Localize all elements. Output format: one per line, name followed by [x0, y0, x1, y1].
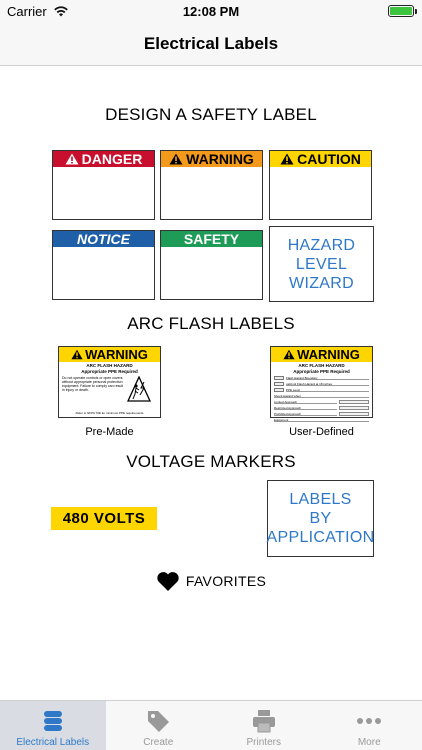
arc-flash-user-defined-card[interactable]: WARNING ARC FLASH HAZARD Appropriate PPE… — [270, 346, 373, 422]
danger-label-tile[interactable]: DANGER — [52, 150, 155, 220]
tab-create-label: Create — [143, 737, 174, 748]
electrical-shock-icon — [127, 376, 151, 402]
tab-more-icon-wrap — [356, 707, 382, 735]
by-application-text: LABELS BY APPLICATION — [267, 490, 375, 547]
arc-user-header: WARNING — [271, 347, 372, 362]
safety-label-tile[interactable]: SAFETY — [160, 230, 263, 300]
tab-create-icon-wrap — [145, 707, 171, 735]
safety-header: SAFETY — [161, 231, 262, 247]
notice-label-tile[interactable]: NOTICE — [52, 230, 155, 300]
tab-electrical-labels-label: Electrical Labels — [16, 737, 90, 748]
caution-label-tile[interactable]: CAUTION — [269, 150, 372, 220]
notice-header: NOTICE — [53, 231, 154, 247]
arc-user-line: cal/cm2 Flash Hazard at 18 inches — [274, 381, 369, 386]
caution-text: CAUTION — [297, 151, 361, 167]
heart-icon — [157, 572, 179, 591]
arc-user-header-text: WARNING — [297, 347, 360, 362]
arc-premade-header: WARNING — [59, 347, 160, 362]
arc-user-line: PPE Level — [274, 387, 369, 392]
voltage-section-title: VOLTAGE MARKERS — [126, 452, 296, 471]
arc-user-line: Shock Hazard when — [274, 393, 369, 398]
arc-user-line-text: Shock Hazard when — [274, 394, 369, 398]
tab-electrical-labels[interactable]: Electrical Labels — [0, 701, 106, 750]
danger-header: DANGER — [53, 151, 154, 167]
design-section-title: DESIGN A SAFETY LABEL — [105, 105, 317, 124]
by-application-line-2: BY — [309, 510, 332, 527]
carrier-label: Carrier — [7, 3, 47, 19]
arc-premade-foot: Refer to NFPA 70E for minimum PPE requir… — [75, 411, 144, 415]
notice-text: NOTICE — [77, 231, 130, 247]
arc-user-line-text: cal/cm2 Flash Hazard at 18 inches — [286, 382, 369, 386]
warning-label-tile[interactable]: WARNING — [160, 150, 263, 220]
database-stack-icon — [43, 711, 62, 731]
arc-flash-premade-card[interactable]: WARNING ARC FLASH HAZARD Appropriate PPE… — [58, 346, 161, 418]
favorites-label: FAVORITES — [185, 573, 267, 589]
arc-premade-sub1: ARC FLASH HAZARD — [86, 363, 133, 368]
app-root: Carrier 12:08 PM Electrical Labels DESIG… — [0, 0, 422, 750]
battery-fill — [390, 7, 412, 15]
warning-header: WARNING — [161, 151, 262, 167]
wizard-line-1: HAZARD — [287, 236, 356, 254]
nav-bar: Electrical Labels — [0, 22, 422, 66]
tab-printers-label: Printers — [246, 737, 281, 748]
wifi-icon — [53, 6, 68, 17]
tab-create[interactable]: Create — [106, 701, 212, 750]
arc-user-line-text: PPE Level — [286, 388, 369, 392]
arc-premade-body: Do not operate controls or open covers w… — [62, 376, 124, 392]
labels-by-application-button[interactable]: LABELS BY APPLICATION — [267, 480, 374, 557]
arc-user-line: Limited Approach — [274, 399, 369, 404]
tab-more[interactable]: More — [317, 701, 422, 750]
tab-printers[interactable]: Printers — [211, 701, 317, 750]
tag-icon — [148, 711, 170, 732]
status-bar: Carrier 12:08 PM — [0, 0, 422, 22]
arc-user-sub1: ARC FLASH HAZARD — [298, 363, 345, 368]
warning-triangle-icon — [283, 349, 295, 360]
more-dots-icon — [357, 718, 382, 724]
by-application-line-3: APPLICATION — [266, 529, 375, 546]
battery-icon — [388, 5, 417, 17]
arc-user-line: Flash Hazard Boundary — [274, 375, 369, 380]
printer-icon — [252, 710, 275, 733]
safety-text: SAFETY — [183, 231, 240, 247]
caution-header: CAUTION — [270, 151, 371, 167]
arc-user-line: Prohibited Approach — [274, 411, 369, 416]
arc-user-line-text: Restricted Approach — [274, 406, 337, 410]
arc-user-line-text: Equipment — [274, 418, 369, 422]
arc-user-defined-caption: User-Defined — [289, 426, 354, 438]
arc-user-line: Equipment — [274, 417, 369, 422]
wizard-text: HAZARD LEVEL WIZARD — [288, 236, 356, 293]
voltage-marker-480[interactable]: 480 VOLTS — [51, 507, 157, 530]
warning-triangle-icon — [65, 153, 79, 165]
tab-more-label: More — [357, 737, 381, 748]
status-left: Carrier — [7, 4, 69, 19]
warning-triangle-icon — [71, 349, 83, 360]
hazard-level-wizard-button[interactable]: HAZARD LEVEL WIZARD — [269, 226, 374, 302]
arc-user-line-text: Prohibited Approach — [274, 412, 337, 416]
arc-user-line: Restricted Approach — [274, 405, 369, 410]
arc-premade-body-row: Do not operate controls or open covers w… — [59, 374, 160, 402]
arc-section-title: ARC FLASH LABELS — [127, 314, 295, 333]
warning-triangle-icon — [280, 153, 294, 165]
by-application-line-1: LABELS — [289, 491, 352, 508]
warning-triangle-icon — [169, 153, 183, 165]
arc-user-line-text: Limited Approach — [274, 400, 337, 404]
nav-title: Electrical Labels — [143, 33, 279, 53]
arc-premade-caption: Pre-Made — [85, 426, 134, 438]
tab-bar: Electrical Labels Create Printers More — [0, 700, 422, 750]
tab-electrical-labels-icon-wrap — [41, 707, 65, 735]
danger-text: DANGER — [81, 151, 143, 167]
arc-user-line-text: Flash Hazard Boundary — [286, 376, 369, 380]
arc-user-lines: Flash Hazard Boundary cal/cm2 Flash Haza… — [271, 374, 372, 424]
favorites-button[interactable]: FAVORITES — [0, 568, 422, 594]
wizard-line-2: LEVEL — [295, 255, 348, 273]
arc-premade-header-text: WARNING — [85, 347, 148, 362]
tab-printers-icon-wrap — [251, 707, 277, 735]
wizard-line-3: WIZARD — [289, 274, 354, 292]
warning-text: WARNING — [186, 151, 254, 167]
